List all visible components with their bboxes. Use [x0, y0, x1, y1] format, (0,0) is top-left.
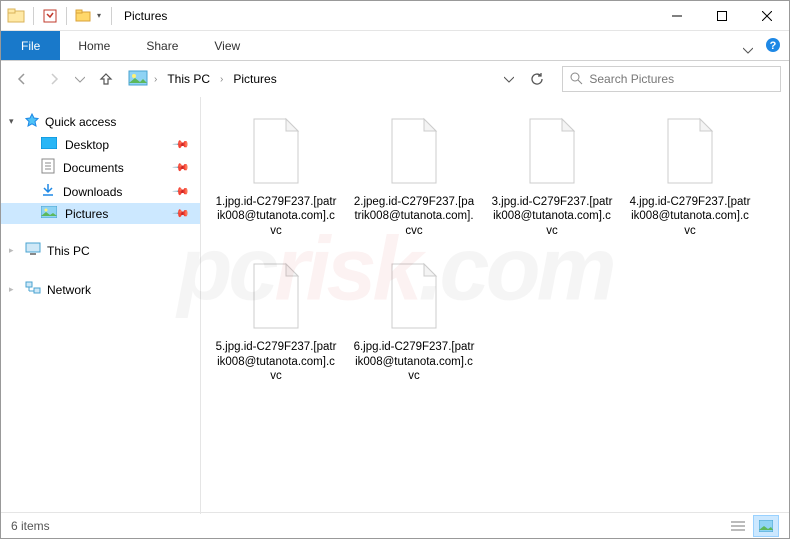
file-name: 4.jpg.id-C279F237.[patrik008@tutanota.co… [625, 195, 755, 238]
forward-button[interactable] [41, 66, 67, 92]
sidebar-item-label: Downloads [63, 185, 122, 199]
file-item[interactable]: 3.jpg.id-C279F237.[patrik008@tutanota.co… [487, 111, 617, 238]
network-icon [25, 281, 41, 298]
sidebar-item-label: Documents [63, 161, 124, 175]
file-icon [658, 111, 722, 191]
file-icon [520, 111, 584, 191]
quick-access-group[interactable]: ▾ Quick access [1, 109, 200, 134]
navigation-pane: ▾ Quick access Desktop 📌 Documents 📌 Dow… [1, 97, 201, 514]
maximize-button[interactable] [699, 1, 744, 31]
close-button[interactable] [744, 1, 789, 31]
file-name: 3.jpg.id-C279F237.[patrik008@tutanota.co… [487, 195, 617, 238]
chevron-right-icon[interactable]: › [154, 74, 157, 85]
properties-icon[interactable] [42, 8, 58, 24]
sidebar-item-label: Desktop [65, 138, 109, 152]
ribbon: File Home Share View ? [1, 31, 789, 61]
file-name: 5.jpg.id-C279F237.[patrik008@tutanota.co… [211, 340, 341, 383]
search-placeholder: Search Pictures [589, 72, 674, 86]
svg-text:?: ? [770, 40, 777, 52]
qat-divider-2 [66, 7, 67, 25]
crumb-this-pc[interactable]: This PC [163, 70, 214, 88]
help-icon[interactable]: ? [765, 37, 781, 58]
search-input[interactable]: Search Pictures [562, 66, 781, 92]
search-icon [569, 71, 583, 88]
thumbnails-view-button[interactable] [753, 515, 779, 537]
star-icon [25, 113, 39, 130]
details-view-button[interactable] [725, 515, 751, 537]
file-icon [244, 111, 308, 191]
address-bar: › This PC › Pictures Search Pictures [1, 61, 789, 97]
qat-divider-3 [111, 7, 112, 25]
this-pc-label: This PC [47, 244, 90, 258]
file-icon [382, 111, 446, 191]
this-pc-group[interactable]: ▸ This PC [1, 238, 200, 263]
pin-icon: 📌 [172, 135, 191, 154]
folder-small-icon[interactable] [75, 9, 91, 23]
quick-access-label: Quick access [45, 115, 116, 129]
sidebar-item-desktop[interactable]: Desktop 📌 [1, 134, 200, 155]
ribbon-expand-icon[interactable] [743, 41, 753, 59]
tab-view[interactable]: View [196, 31, 258, 60]
file-tab[interactable]: File [1, 31, 60, 60]
pictures-lib-icon [128, 70, 148, 89]
crumb-pictures[interactable]: Pictures [229, 70, 280, 88]
file-item[interactable]: 2.jpeg.id-C279F237.[patrik008@tutanota.c… [349, 111, 479, 238]
qat-divider [33, 7, 34, 25]
tab-home[interactable]: Home [60, 31, 128, 60]
refresh-button[interactable] [524, 72, 550, 86]
sidebar-item-downloads[interactable]: Downloads 📌 [1, 180, 200, 203]
network-label: Network [47, 283, 91, 297]
pin-icon: 📌 [172, 182, 191, 201]
sidebar-item-pictures[interactable]: Pictures 📌 [1, 203, 200, 224]
window-title: Pictures [124, 9, 167, 23]
file-icon [382, 256, 446, 336]
up-button[interactable] [93, 66, 119, 92]
file-item[interactable]: 5.jpg.id-C279F237.[patrik008@tutanota.co… [211, 256, 341, 383]
file-name: 2.jpeg.id-C279F237.[patrik008@tutanota.c… [349, 195, 479, 238]
file-item[interactable]: 4.jpg.id-C279F237.[patrik008@tutanota.co… [625, 111, 755, 238]
sidebar-item-documents[interactable]: Documents 📌 [1, 155, 200, 180]
content-pane[interactable]: 1.jpg.id-C279F237.[patrik008@tutanota.co… [201, 97, 789, 514]
pictures-icon [41, 206, 57, 221]
recent-dropdown-icon[interactable] [73, 66, 87, 92]
pin-icon: 📌 [172, 158, 191, 177]
qat-dropdown-icon[interactable]: ▾ [95, 11, 103, 20]
explorer-icon [7, 8, 25, 24]
downloads-icon [41, 183, 55, 200]
documents-icon [41, 158, 55, 177]
chevron-down-icon: ▾ [9, 116, 14, 127]
chevron-right-icon: ▸ [9, 245, 14, 256]
network-group[interactable]: ▸ Network [1, 277, 200, 302]
address-dropdown-icon[interactable] [500, 75, 518, 83]
chevron-right-icon[interactable]: › [220, 74, 223, 85]
file-item[interactable]: 1.jpg.id-C279F237.[patrik008@tutanota.co… [211, 111, 341, 238]
status-bar: 6 items [1, 512, 789, 538]
minimize-button[interactable] [654, 1, 699, 31]
desktop-icon [41, 137, 57, 152]
titlebar: ▾ Pictures [1, 1, 789, 31]
back-button[interactable] [9, 66, 35, 92]
tab-share[interactable]: Share [128, 31, 196, 60]
pin-icon: 📌 [172, 204, 191, 223]
file-icon [244, 256, 308, 336]
item-count: 6 items [11, 519, 50, 533]
file-item[interactable]: 6.jpg.id-C279F237.[patrik008@tutanota.co… [349, 256, 479, 383]
file-name: 6.jpg.id-C279F237.[patrik008@tutanota.co… [349, 340, 479, 383]
chevron-right-icon: ▸ [9, 284, 14, 295]
breadcrumb[interactable]: › This PC › Pictures [125, 66, 284, 92]
sidebar-item-label: Pictures [65, 207, 108, 221]
file-name: 1.jpg.id-C279F237.[patrik008@tutanota.co… [211, 195, 341, 238]
this-pc-icon [25, 242, 41, 259]
